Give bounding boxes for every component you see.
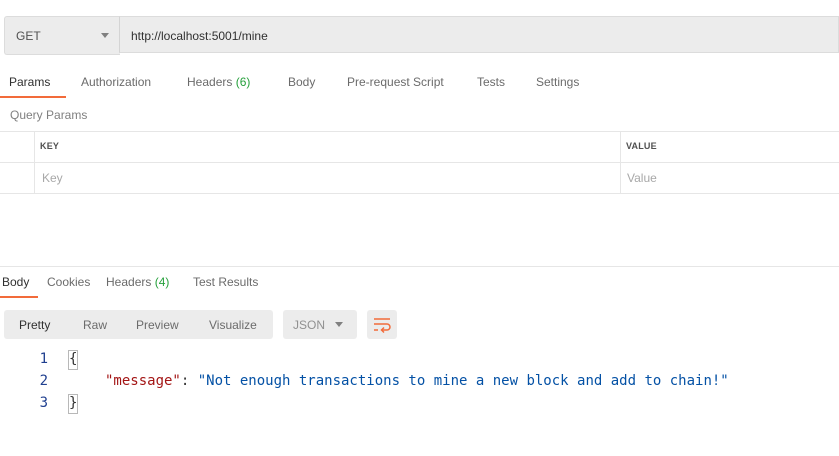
- tab-label: Tests: [477, 75, 506, 89]
- view-visualize-button[interactable]: Visualize: [209, 318, 257, 332]
- tab-label: Test Results: [193, 275, 259, 289]
- format-label: JSON: [293, 318, 326, 332]
- json-colon: :: [180, 373, 198, 389]
- method-label: GET: [16, 29, 41, 43]
- response-tab-body[interactable]: Body: [2, 275, 29, 289]
- close-brace: }: [69, 395, 78, 411]
- line-number: 3: [39, 395, 48, 411]
- json-string-value: "Not enough transactions to mine a new b…: [197, 373, 729, 389]
- response-tab-headers[interactable]: Headers (4): [106, 275, 169, 289]
- active-tab-indicator: [0, 96, 66, 98]
- json-key: "message": [105, 373, 181, 389]
- open-brace: {: [69, 351, 78, 367]
- tab-count-badge: (6): [235, 75, 251, 89]
- tab-authorization[interactable]: Authorization: [81, 75, 151, 89]
- chevron-down-icon: [335, 322, 343, 327]
- request-bar: GET http://localhost:5001/mine: [4, 16, 839, 55]
- view-raw-button[interactable]: Raw: [83, 318, 107, 332]
- param-key-input[interactable]: Key: [42, 171, 63, 185]
- tab-label: Pre-request Script: [347, 75, 444, 89]
- json-line: "message": "Not enough transactions to m…: [105, 373, 729, 389]
- tab-label: Body: [288, 75, 316, 89]
- tab-count-badge: (4): [154, 275, 170, 289]
- tab-label: Authorization: [81, 75, 152, 89]
- response-tab-cookies[interactable]: Cookies: [47, 275, 90, 289]
- divider: [0, 131, 839, 132]
- active-tab-indicator: [0, 296, 38, 298]
- column-header-key: KEY: [40, 141, 60, 151]
- view-preview-button[interactable]: Preview: [136, 318, 179, 332]
- line-number: 1: [39, 351, 48, 367]
- query-params-label: Query Params: [10, 108, 88, 122]
- tab-params[interactable]: Params: [9, 75, 50, 89]
- column-header-value: VALUE: [626, 141, 657, 151]
- tab-headers[interactable]: Headers (6): [187, 75, 250, 89]
- url-input[interactable]: http://localhost:5001/mine: [119, 16, 839, 53]
- tab-label: Headers: [187, 75, 233, 89]
- param-value-input[interactable]: Value: [627, 171, 657, 185]
- view-mode-group: Pretty Raw Preview Visualize: [4, 310, 273, 339]
- pane-divider[interactable]: [0, 266, 839, 267]
- tab-label: Params: [9, 75, 51, 89]
- tab-tests[interactable]: Tests: [477, 75, 505, 89]
- method-select[interactable]: GET: [4, 16, 120, 55]
- divider: [34, 131, 35, 193]
- wrap-lines-icon: [374, 318, 391, 334]
- tab-label: Body: [2, 275, 30, 289]
- url-text: http://localhost:5001/mine: [131, 29, 268, 43]
- tab-label: Settings: [536, 75, 580, 89]
- tab-label: Cookies: [47, 275, 91, 289]
- chevron-down-icon: [101, 33, 109, 38]
- divider: [0, 162, 839, 163]
- divider: [620, 131, 621, 193]
- tab-body[interactable]: Body: [288, 75, 315, 89]
- tab-pre-request-script[interactable]: Pre-request Script: [347, 75, 444, 89]
- response-tab-test-results[interactable]: Test Results: [193, 275, 258, 289]
- format-select[interactable]: JSON: [283, 310, 357, 339]
- view-pretty-button[interactable]: Pretty: [19, 318, 50, 332]
- tab-label: Headers: [106, 275, 152, 289]
- wrap-lines-button[interactable]: [367, 310, 397, 339]
- line-number: 2: [39, 373, 48, 389]
- tab-settings[interactable]: Settings: [536, 75, 579, 89]
- divider: [0, 193, 839, 194]
